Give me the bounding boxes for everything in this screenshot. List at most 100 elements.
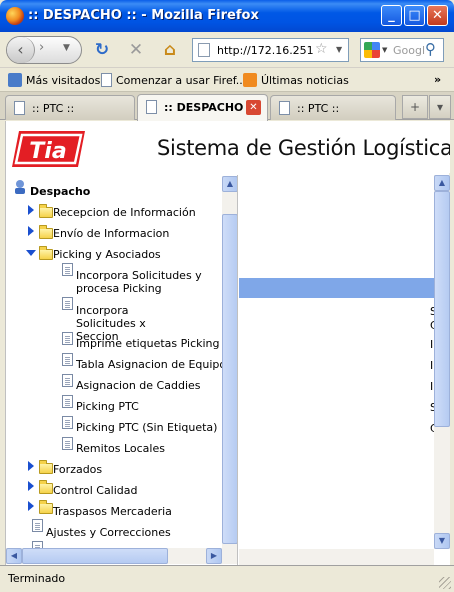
bookmark-getting-started[interactable]: Comenzar a usar Firef... [101,73,246,87]
document-icon [62,395,73,408]
bookmarks-overflow-button[interactable]: » [434,73,441,86]
folder-icon [39,225,53,239]
tree-folder-picking[interactable]: Picking y Asociados [53,248,161,261]
rss-icon [243,73,257,87]
document-icon [62,437,73,450]
document-icon [62,263,73,276]
tree-folder-forzados[interactable]: Forzados [53,463,102,476]
bookmark-most-visited[interactable]: Más visitados [8,73,100,87]
svg-text:Tia: Tia [29,139,66,164]
clipped-text: I [430,338,434,351]
main-horizontal-scrollbar[interactable] [239,549,434,565]
expand-icon[interactable] [28,501,34,511]
scroll-down-button[interactable]: ▼ [434,533,450,549]
collapse-icon[interactable] [26,250,36,256]
search-bar[interactable]: ▼ Googl ⚲ [360,38,444,62]
tree-root-despacho[interactable]: Despacho [30,185,90,198]
bookmark-icon [8,73,22,87]
search-engine-dropdown-icon[interactable]: ▼ [382,46,387,54]
tree-vertical-scrollbar[interactable]: ▲ [222,176,237,548]
home-icon[interactable]: ⌂ [160,40,180,60]
bookmark-latest-news[interactable]: Últimas noticias [243,73,349,87]
tree-item-imprime-etiquetas[interactable]: Imprime etiquetas Picking [76,337,220,350]
scroll-thumb[interactable] [222,214,237,544]
google-icon[interactable] [364,42,380,58]
tab-strip: :: PTC :: :: DESPACHO :: ✕ :: PTC :: + ▾ [0,92,454,121]
tab-ptc-2[interactable]: :: PTC :: [270,95,396,120]
folder-open-icon [39,246,53,260]
page-icon [279,101,290,115]
page-content: Tia Sistema de Gestión Logística Despach… [5,121,450,565]
navigation-toolbar: ‹ › ▼ ↻ ✕ ⌂ http://172.16.251 ☆ ▼ ▼ Goog… [0,32,454,68]
maximize-button[interactable]: □ [404,5,425,26]
page-header: Tia Sistema de Gestión Logística [6,121,450,173]
folder-icon [39,500,53,514]
stop-icon[interactable]: ✕ [126,40,146,60]
document-icon [62,353,73,366]
back-forward-group: ‹ › ▼ [6,36,82,64]
history-dropdown-icon[interactable]: ▼ [63,43,70,53]
page-icon [198,43,210,57]
user-icon [15,180,25,194]
scroll-right-button[interactable]: ▶ [206,548,222,564]
page-icon [146,100,157,114]
page-icon [101,73,112,87]
selection-bar [239,278,434,298]
close-tab-icon[interactable]: ✕ [246,100,261,115]
tia-logo: Tia [12,131,85,167]
tree-folder-traspasos[interactable]: Traspasos Mercaderia [53,505,172,518]
scroll-left-button[interactable]: ◀ [6,548,22,564]
folder-icon [39,460,53,474]
back-button[interactable]: ‹ [7,37,35,63]
document-icon [32,519,43,532]
page-icon [14,101,25,115]
tree-item-incorpora-picking[interactable]: Incorpora Solicitudes y procesa Picking [76,269,216,295]
tab-ptc-1[interactable]: :: PTC :: [5,95,135,120]
scroll-up-button[interactable]: ▲ [222,176,237,192]
resize-grip-icon[interactable] [439,577,451,589]
document-icon [62,332,73,345]
minimize-button[interactable]: _ [381,5,402,26]
main-frame: S C I I I S C ▲ ▼ [239,175,450,565]
scroll-up-button[interactable]: ▲ [434,175,450,191]
document-icon [62,416,73,429]
bookmark-star-icon[interactable]: ☆ [315,41,328,57]
folder-icon [39,480,53,494]
tab-despacho[interactable]: :: DESPACHO :: ✕ [137,94,268,121]
tree-item-picking-ptc[interactable]: Picking PTC [76,400,139,413]
expand-icon[interactable] [28,461,34,471]
expand-icon[interactable] [28,481,34,491]
tree-item-asignacion-caddies[interactable]: Asignacion de Caddies [76,379,201,392]
scroll-thumb[interactable] [22,548,168,564]
clipped-text: I [430,359,434,372]
tree-folder-control-calidad[interactable]: Control Calidad [53,484,138,497]
tree-horizontal-scrollbar[interactable]: ◀ ▶ [6,548,237,564]
expand-icon[interactable] [28,226,34,236]
search-icon[interactable]: ⚲ [425,40,436,58]
url-text[interactable]: http://172.16.251 [217,44,313,57]
tree-folder-envio[interactable]: Envío de Informacion [53,227,169,240]
scroll-thumb[interactable] [434,191,450,427]
tree-item-picking-ptc-sin-etiqueta[interactable]: Picking PTC (Sin Etiqueta) [76,421,217,434]
tree-folder-recepcion[interactable]: Recepcion de Información [53,206,196,219]
address-bar[interactable]: http://172.16.251 ☆ ▼ [192,38,349,62]
folder-icon [39,204,53,218]
main-vertical-scrollbar[interactable]: ▲ ▼ [434,175,450,549]
expand-icon[interactable] [28,205,34,215]
bookmarks-toolbar: Más visitados Comenzar a usar Firef... Ú… [0,68,454,92]
clipped-text: I [430,380,434,393]
reload-icon[interactable]: ↻ [92,40,112,60]
url-dropdown-icon[interactable]: ▼ [336,45,342,54]
status-bar: Terminado [0,565,454,592]
forward-button[interactable]: › [39,40,44,55]
status-text: Terminado [8,572,66,585]
tree-item-tabla-asignacion[interactable]: Tabla Asignacion de Equipos [76,358,232,371]
firefox-icon [6,7,24,25]
search-input[interactable]: Googl [393,44,425,57]
tab-list-button[interactable]: ▾ [429,95,451,119]
window-title: :: DESPACHO :: - Mozilla Firefox [28,8,259,23]
tree-item-ajustes[interactable]: Ajustes y Correcciones [46,526,171,539]
tree-item-remitos-locales[interactable]: Remitos Locales [76,442,165,455]
close-button[interactable]: ✕ [427,5,448,26]
new-tab-button[interactable]: + [402,95,428,119]
